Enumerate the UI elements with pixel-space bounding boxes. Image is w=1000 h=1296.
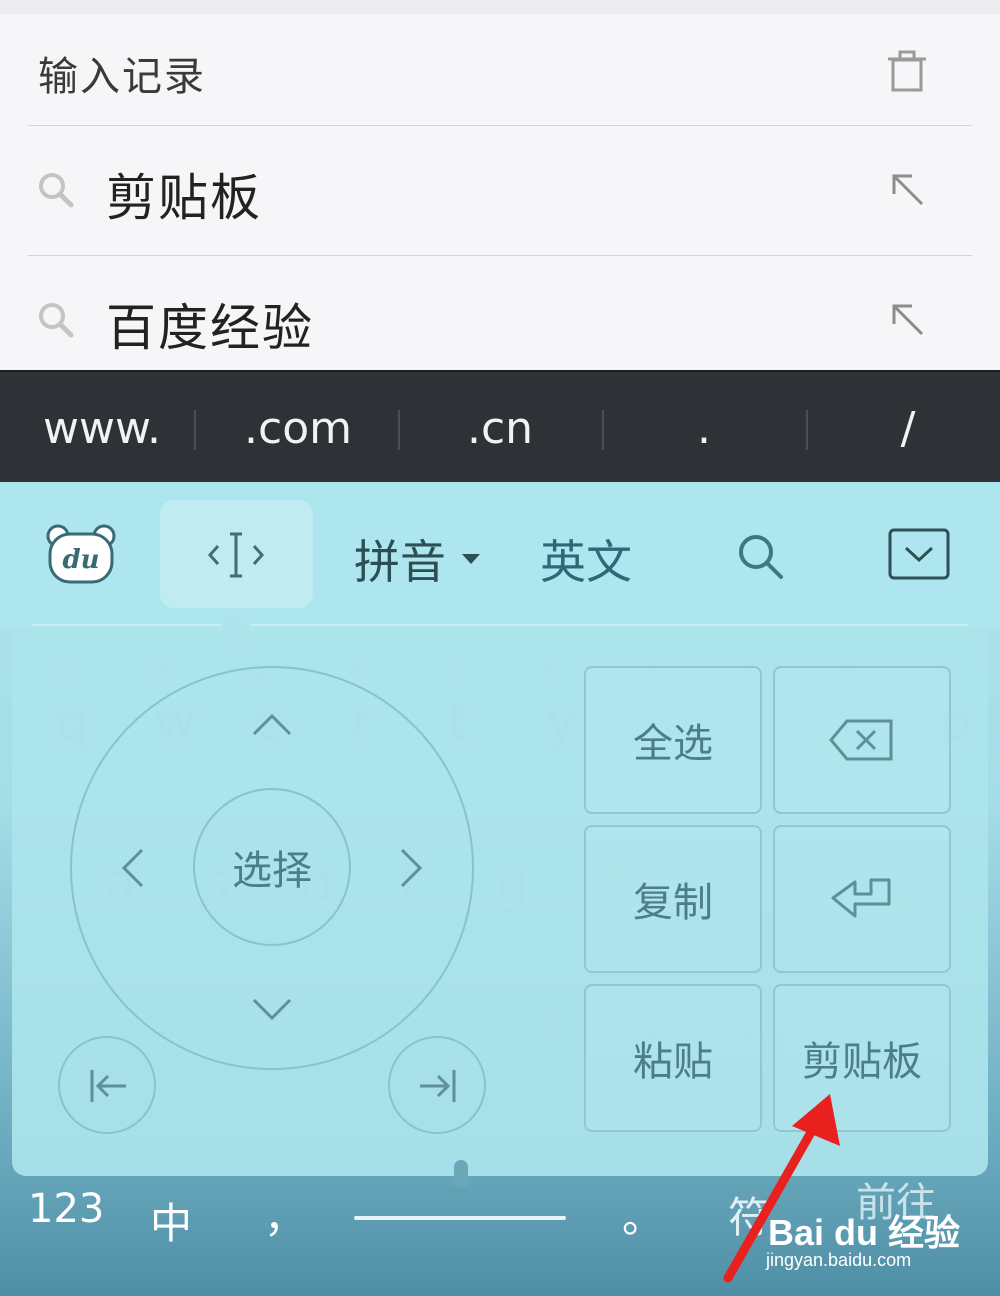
url-key-slash[interactable]: / (806, 372, 1000, 484)
copy-button[interactable]: 复制 (584, 825, 762, 973)
line-start-icon (90, 1070, 126, 1102)
microphone-icon (448, 1160, 474, 1188)
cursor-move-icon (207, 532, 265, 578)
url-key-www[interactable]: www. (0, 372, 204, 484)
divider (28, 125, 972, 126)
history-item-text: 剪贴板 (106, 169, 262, 227)
up-arrow-icon[interactable] (250, 704, 294, 748)
divider (28, 255, 972, 256)
select-all-button[interactable]: 全选 (584, 666, 762, 814)
comma-key[interactable]: ， (264, 1184, 306, 1245)
pinyin-mode-button[interactable]: 拼音 (354, 526, 446, 592)
svg-text:du: du (62, 545, 99, 575)
history-title: 输入记录 (38, 54, 206, 100)
search-icon (39, 303, 74, 338)
trash-icon[interactable] (884, 48, 930, 94)
chinese-key[interactable]: 中 (150, 1190, 192, 1251)
fill-arrow-icon[interactable] (884, 296, 930, 342)
left-arrow-icon[interactable] (112, 846, 156, 890)
history-item-text: 百度经验 (106, 299, 314, 357)
pinyin-dropdown-icon[interactable] (462, 554, 480, 564)
down-arrow-icon[interactable] (250, 986, 294, 1030)
select-button[interactable]: 选择 (193, 788, 351, 946)
url-shortcut-bar: www. .com .cn . / (0, 370, 1000, 484)
backspace-button[interactable] (773, 666, 951, 814)
baidu-bear-logo-icon[interactable]: du (44, 522, 118, 588)
enter-button[interactable] (773, 825, 951, 973)
english-mode-button[interactable]: 英文 (540, 526, 632, 592)
keyboard-toolbar: du 拼音 英文 (0, 482, 1000, 628)
history-item[interactable]: 剪贴板 (0, 130, 1000, 250)
period-key[interactable]: 。 (622, 1184, 664, 1245)
top-edge (0, 0, 1000, 14)
cursor-edit-tab[interactable] (160, 500, 313, 608)
line-end-icon (420, 1070, 456, 1102)
search-icon[interactable] (734, 530, 786, 582)
enter-icon (831, 878, 891, 918)
fill-arrow-icon[interactable] (884, 166, 930, 212)
input-history-panel: 输入记录 剪贴板 百度经验 (0, 0, 1000, 370)
history-item[interactable]: 百度经验 (0, 260, 1000, 380)
url-key-com[interactable]: .com (196, 372, 400, 484)
hide-keyboard-icon[interactable] (888, 528, 950, 580)
annotation-arrow-icon (723, 1094, 840, 1283)
right-arrow-icon[interactable] (388, 846, 432, 890)
url-key-dot[interactable]: . (602, 372, 806, 484)
move-to-end-button[interactable] (388, 1036, 486, 1134)
search-icon (39, 173, 74, 208)
space-key[interactable] (354, 1216, 566, 1220)
backspace-icon (829, 719, 893, 761)
url-key-cn[interactable]: .cn (398, 372, 602, 484)
toolbar-divider (32, 624, 968, 626)
move-to-start-button[interactable] (58, 1036, 156, 1134)
numbers-key[interactable]: 123 (28, 1186, 104, 1232)
